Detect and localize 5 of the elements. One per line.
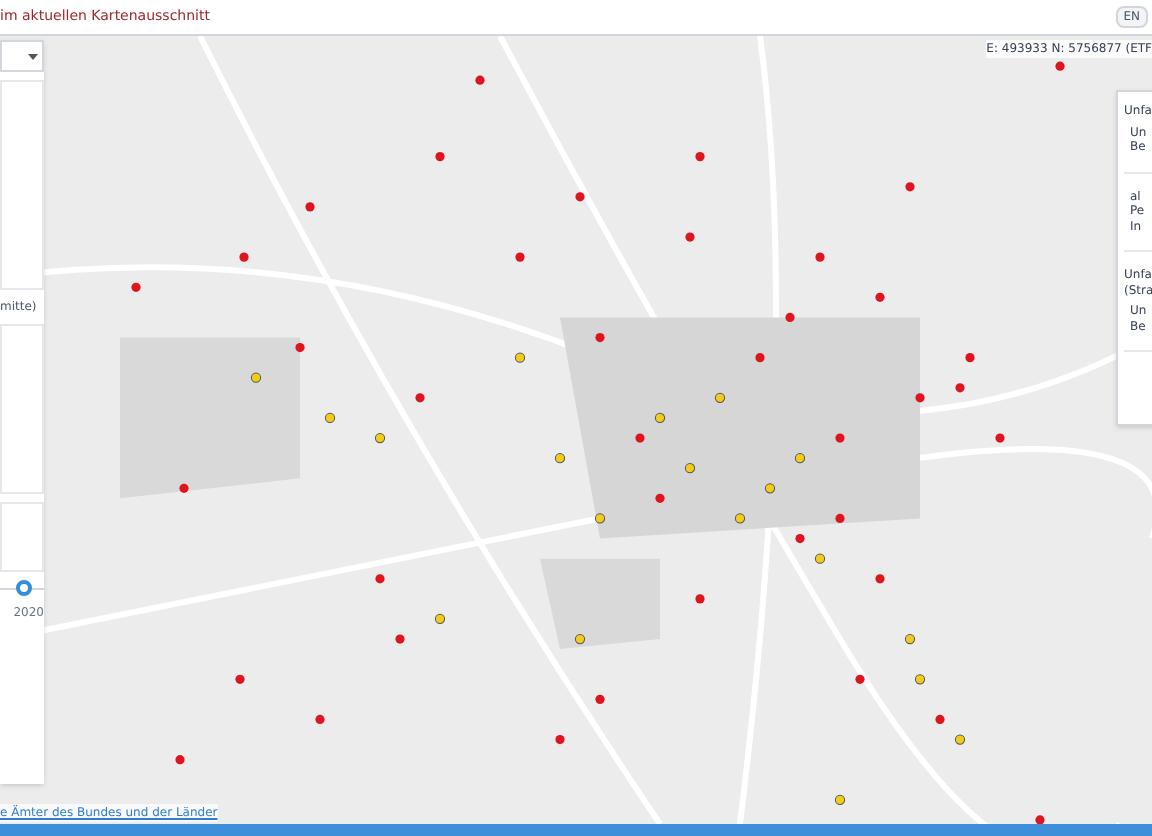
dropdown[interactable] xyxy=(0,40,44,72)
caret-icon xyxy=(28,53,38,59)
year-slider[interactable] xyxy=(0,580,44,596)
panel-box xyxy=(0,502,44,572)
slider-thumb[interactable] xyxy=(16,580,33,596)
